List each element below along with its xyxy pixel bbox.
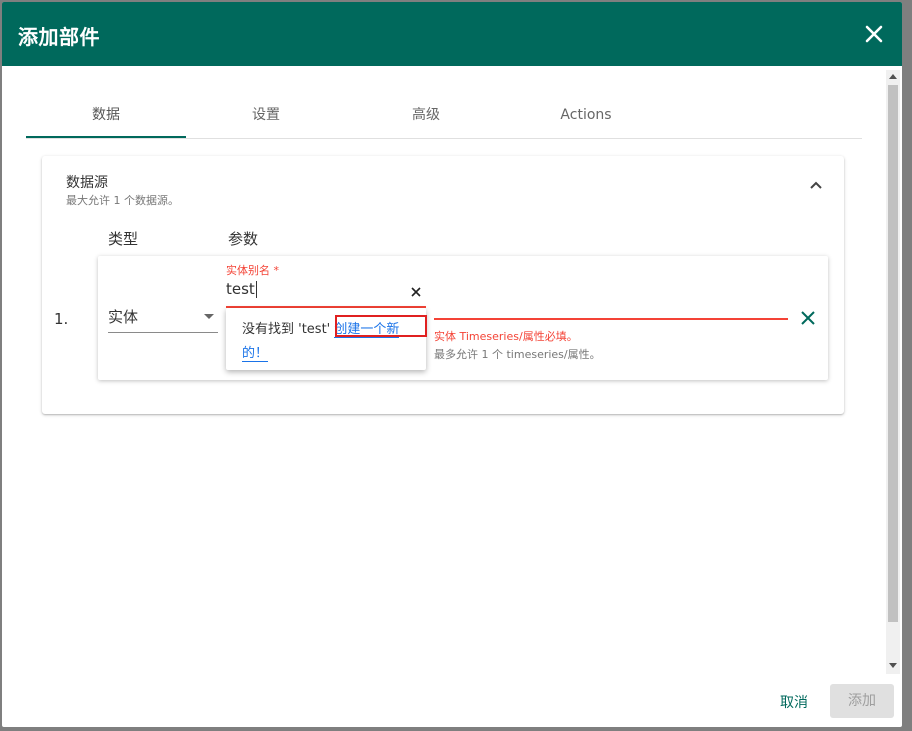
tab-settings[interactable]: 设置 xyxy=(186,96,346,138)
add-button[interactable]: 添加 xyxy=(830,684,894,718)
text-cursor xyxy=(255,281,257,298)
row-index: 1. xyxy=(54,310,69,328)
scrollbar-thumb[interactable] xyxy=(888,85,898,622)
datasources-title: 数据源 xyxy=(66,175,108,191)
dropdown-arrow-icon xyxy=(204,314,214,319)
datasources-subtitle: 最大允许 1 个数据源。 xyxy=(66,194,179,207)
type-select-value: 实体 xyxy=(108,308,139,326)
timeseries-hint: 最多允许 1 个 timeseries/属性。 xyxy=(434,348,601,361)
scroll-up-arrow-icon[interactable] xyxy=(889,74,897,79)
timeseries-error: 实体 Timeseries/属性必填。 xyxy=(434,330,578,343)
datasources-panel: 数据源 最大允许 1 个数据源。 类型 参数 1. 实体 实体别名 * test… xyxy=(42,156,844,414)
not-found-text: 没有找到 'test' xyxy=(242,322,331,337)
dialog-header: 添加部件 xyxy=(2,2,902,66)
tab-bar: 数据 设置 高级 Actions xyxy=(26,96,862,139)
type-select[interactable]: 实体 xyxy=(108,306,218,333)
tab-data[interactable]: 数据 xyxy=(26,96,186,138)
entity-alias-input[interactable]: test xyxy=(226,280,426,308)
entity-alias-label: 实体别名 * xyxy=(226,264,279,277)
cancel-button[interactable]: 取消 xyxy=(764,686,824,720)
entity-alias-value: test xyxy=(226,280,255,298)
column-params-header: 参数 xyxy=(228,230,259,248)
tab-actions[interactable]: Actions xyxy=(506,96,666,138)
clear-icon[interactable] xyxy=(410,286,422,298)
add-widget-dialog: 添加部件 数据 设置 高级 Actions 数据源 最大允许 1 个数据源。 类… xyxy=(2,2,902,727)
datasource-row: 实体 实体别名 * test 实体 Timeseries/属性必填。 最多允许 … xyxy=(98,256,828,380)
alias-autocomplete-panel: 没有找到 'test' 创建一个新的！ xyxy=(226,308,426,370)
remove-datasource-icon[interactable] xyxy=(800,310,816,326)
dialog-title: 添加部件 xyxy=(18,25,100,49)
timeseries-input[interactable] xyxy=(434,318,788,320)
chevron-up-icon[interactable] xyxy=(808,178,824,194)
tab-advanced[interactable]: 高级 xyxy=(346,96,506,138)
scrollbar[interactable] xyxy=(886,70,900,674)
column-type-header: 类型 xyxy=(108,230,139,248)
close-icon[interactable] xyxy=(862,22,886,46)
scroll-down-arrow-icon[interactable] xyxy=(889,663,897,668)
